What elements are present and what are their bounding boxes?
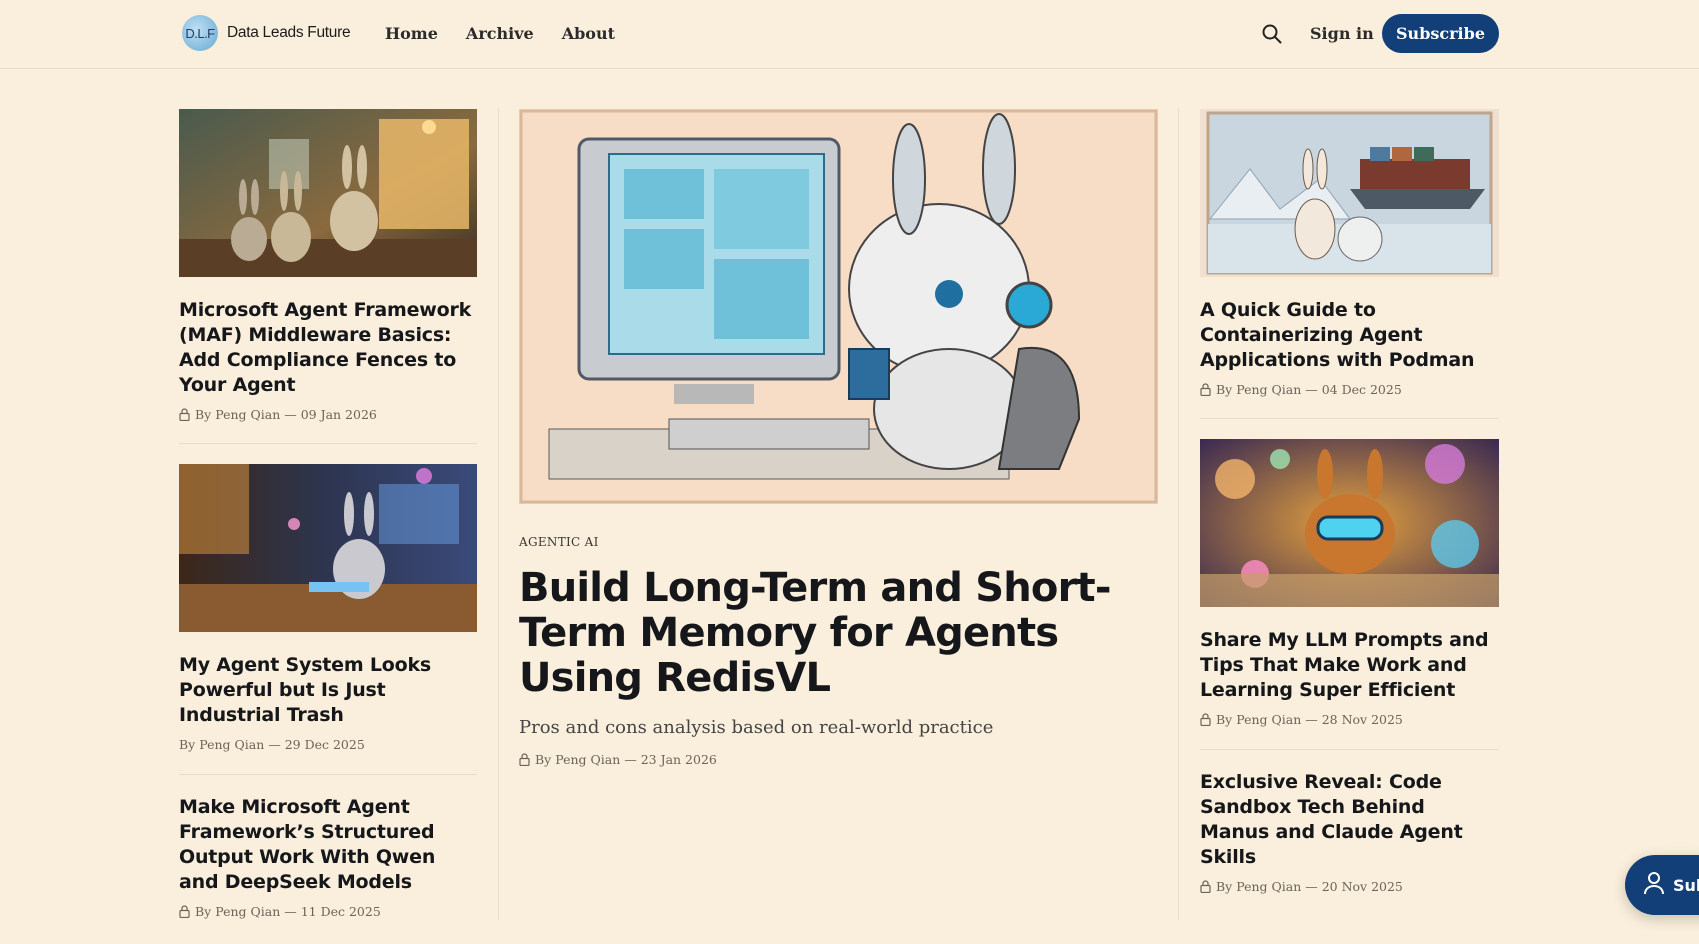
post-byline: By Peng Qian — 23 Jan 2026 — [535, 752, 717, 767]
post-card[interactable]: Exclusive Reveal: Code Sandbox Tech Behi… — [1200, 770, 1499, 894]
sign-in-link[interactable]: Sign in — [1310, 24, 1374, 43]
user-icon — [1643, 871, 1665, 899]
nav-archive[interactable]: Archive — [466, 24, 534, 43]
post-card[interactable]: A Quick Guide to Containerizing Agent Ap… — [1200, 109, 1499, 397]
post-meta: By Peng Qian — 04 Dec 2025 — [1200, 382, 1499, 397]
post-tag[interactable]: AGENTIC AI — [519, 535, 1158, 549]
post-byline: By Peng Qian — 04 Dec 2025 — [1216, 382, 1402, 397]
post-title[interactable]: My Agent System Looks Powerful but Is Ju… — [179, 653, 477, 728]
site-logo[interactable]: D.L.F Data Leads Future — [182, 15, 351, 51]
portal-subscribe-button[interactable]: Sub — [1625, 855, 1699, 915]
column-divider — [498, 108, 499, 920]
post-byline: By Peng Qian — 28 Nov 2025 — [1216, 712, 1403, 727]
featured-excerpt: Pros and cons analysis based on real-wor… — [519, 717, 994, 738]
post-card[interactable]: Microsoft Agent Framework (MAF) Middlewa… — [179, 109, 477, 422]
lock-icon — [179, 408, 190, 422]
post-byline: By Peng Qian — 09 Jan 2026 — [195, 407, 377, 422]
divider — [179, 774, 477, 775]
subscribe-button[interactable]: Subscribe — [1382, 14, 1499, 53]
post-byline: By Peng Qian — 20 Nov 2025 — [1216, 879, 1403, 894]
post-meta: By Peng Qian — 09 Jan 2026 — [179, 407, 477, 422]
lock-icon — [1200, 880, 1211, 894]
post-meta: By Peng Qian — 11 Dec 2025 — [179, 904, 477, 919]
logo-badge: D.L.F — [182, 15, 218, 51]
search-icon[interactable] — [1261, 23, 1283, 45]
post-image-bunny-seal-ship[interactable] — [1200, 109, 1499, 277]
post-meta: By Peng Qian — 23 Jan 2026 — [519, 752, 1158, 767]
post-meta: By Peng Qian — 29 Dec 2025 — [179, 737, 477, 752]
nav-about[interactable]: About — [562, 24, 615, 43]
featured-title[interactable]: Build Long-Term and Short-Term Memory fo… — [519, 566, 1158, 701]
featured-post[interactable]: AGENTIC AI Build Long-Term and Short-Ter… — [519, 109, 1158, 767]
post-image-bunny-desk[interactable] — [179, 464, 477, 632]
lock-icon — [1200, 713, 1211, 727]
divider — [179, 443, 477, 444]
post-title[interactable]: Exclusive Reveal: Code Sandbox Tech Behi… — [1200, 770, 1499, 870]
site-header: D.L.F Data Leads Future Home Archive Abo… — [0, 0, 1699, 69]
post-card[interactable]: My Agent System Looks Powerful but Is Ju… — [179, 464, 477, 752]
main-nav: Home Archive About — [385, 24, 615, 43]
portal-label: Sub — [1673, 875, 1699, 895]
featured-image-robot-bunny[interactable] — [519, 109, 1158, 504]
post-title[interactable]: Microsoft Agent Framework (MAF) Middlewa… — [179, 298, 477, 398]
column-divider — [1178, 108, 1179, 920]
lock-icon — [1200, 383, 1211, 397]
post-byline: By Peng Qian — 29 Dec 2025 — [179, 737, 365, 752]
post-card[interactable]: Make Microsoft Agent Framework’s Structu… — [179, 795, 477, 919]
post-title[interactable]: A Quick Guide to Containerizing Agent Ap… — [1200, 298, 1499, 373]
post-image-bunnies-workshop[interactable] — [179, 109, 477, 277]
nav-home[interactable]: Home — [385, 24, 438, 43]
lock-icon — [519, 753, 530, 767]
post-title[interactable]: Share My LLM Prompts and Tips That Make … — [1200, 628, 1499, 703]
post-card[interactable]: Share My LLM Prompts and Tips That Make … — [1200, 439, 1499, 727]
lock-icon — [179, 905, 190, 919]
post-byline: By Peng Qian — 11 Dec 2025 — [195, 904, 381, 919]
divider — [1200, 418, 1499, 419]
post-meta: By Peng Qian — 28 Nov 2025 — [1200, 712, 1499, 727]
site-name: Data Leads Future — [227, 24, 351, 41]
divider — [1200, 749, 1499, 750]
post-title[interactable]: Make Microsoft Agent Framework’s Structu… — [179, 795, 477, 895]
post-image-bunny-bubbles[interactable] — [1200, 439, 1499, 607]
post-meta: By Peng Qian — 20 Nov 2025 — [1200, 879, 1499, 894]
